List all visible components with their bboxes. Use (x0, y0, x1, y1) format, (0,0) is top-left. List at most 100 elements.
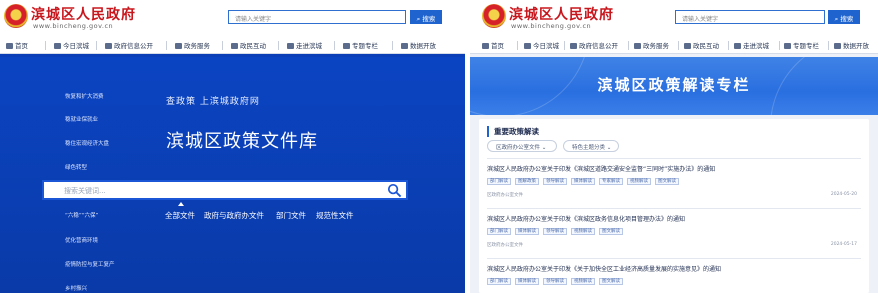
tag[interactable]: 部门解读 (487, 228, 511, 235)
search-input[interactable]: 请输入关键字 (228, 10, 406, 24)
search-button[interactable]: ⌕ 搜索 (410, 10, 442, 24)
nav-divider (517, 41, 518, 50)
nav-divider (334, 41, 335, 50)
nav-divider (166, 41, 167, 50)
sidebar-item[interactable]: 绿色转型 (65, 163, 87, 171)
policy-item[interactable]: 滨城区人民政府办公室关于印发《关于加快全区工业经济高质量发展的实施意见》的通知 … (487, 264, 861, 286)
policy-library-hero: 恢复和扩大消费 稳就业保就业 稳住宏观经济大盘 绿色转型 “六稳”“六保” 优化… (0, 57, 465, 293)
tab-government-files[interactable]: 政府与政府办文件 (204, 210, 264, 221)
nav-item-services[interactable]: 政务服务 (175, 40, 210, 50)
search-button-label: 搜索 (840, 15, 854, 23)
policy-item[interactable]: 滨城区人民政府办公室关于印发《滨城区道路交通安全监督“三同时”实施办法》的通知 … (487, 164, 861, 199)
building-icon (105, 43, 112, 49)
site-title[interactable]: 滨城区人民政府 (31, 4, 136, 24)
library-search-box[interactable]: 搜索关键词... (42, 180, 408, 200)
tag[interactable]: 媒体解读 (515, 278, 539, 285)
nav-item-today[interactable]: 今日滨城 (524, 40, 559, 50)
site-header: 滨城区人民政府 www.bincheng.gov.cn 请输入关键字 ⌕ 搜索 (470, 0, 878, 37)
tag[interactable]: 领导解读 (543, 278, 567, 285)
national-emblem-icon (4, 4, 28, 28)
library-search-input[interactable]: 搜索关键词... (64, 186, 106, 196)
handshake-icon (634, 43, 641, 49)
nav-label: 今日滨城 (63, 42, 89, 50)
nav-label: 今日滨城 (533, 42, 559, 50)
nav-item-about[interactable]: 走进滨城 (287, 40, 322, 50)
filter-label: 区政府办公室文件 (496, 145, 541, 151)
divider (487, 208, 861, 209)
tab-all-files[interactable]: 全部文件 (165, 210, 195, 221)
tag[interactable]: 领导解读 (543, 178, 567, 185)
nav-label: 走进滨城 (743, 42, 769, 50)
sidebar-item[interactable]: “六稳”“六保” (65, 211, 98, 219)
tab-normative-files[interactable]: 规范性文件 (316, 210, 354, 221)
tag[interactable]: 视频解读 (571, 228, 595, 235)
search-button-label: 搜索 (422, 15, 436, 23)
policy-item[interactable]: 滨城区人民政府办公室关于印发《滨城区政务信息化项目管理办法》的通知 部门解读 媒体… (487, 214, 861, 249)
folder-icon (784, 43, 791, 49)
policy-list-card: 重要政策解读 区政府办公室文件 ⌄ 特色主题分类 ⌄ 滨城区人民政府办公室关于印… (479, 119, 869, 293)
nav-item-interaction[interactable]: 政民互动 (684, 40, 719, 50)
tag[interactable]: 图文解读 (599, 228, 623, 235)
policy-interpretation-panel: 滨城区人民政府 www.bincheng.gov.cn 请输入关键字 ⌕ 搜索 … (470, 0, 878, 293)
nav-item-data[interactable]: 数据开放 (401, 40, 436, 50)
tag[interactable]: 视频解读 (627, 178, 651, 185)
nav-item-today[interactable]: 今日滨城 (54, 40, 89, 50)
tag[interactable]: 媒体解读 (515, 228, 539, 235)
search-input[interactable]: 请输入关键字 (675, 10, 825, 24)
nav-item-home[interactable]: 首页 (482, 40, 504, 50)
nav-label: 政府信息公开 (114, 42, 153, 50)
tag-list: 部门解读 媒体解读 领导解读 视频解读 图文解读 (487, 278, 861, 286)
nav-item-interaction[interactable]: 政民互动 (231, 40, 266, 50)
tag[interactable]: 图文解读 (599, 278, 623, 285)
policy-title[interactable]: 滨城区人民政府办公室关于印发《滨城区政务信息化项目管理办法》的通知 (487, 214, 861, 223)
policy-source: 区政府办公室文件 (487, 243, 523, 248)
landmark-icon (734, 43, 741, 49)
nav-label: 政务服务 (643, 42, 669, 50)
nav-item-about[interactable]: 走进滨城 (734, 40, 769, 50)
policy-library-panel: 滨城区人民政府 www.bincheng.gov.cn 请输入关键字 ⌕ 搜索 … (0, 0, 465, 293)
tag[interactable]: 视频解读 (571, 278, 595, 285)
nav-item-services[interactable]: 政务服务 (634, 40, 669, 50)
tag[interactable]: 部门解读 (487, 278, 511, 285)
nav-item-data[interactable]: 数据开放 (834, 40, 869, 50)
folder-icon (343, 43, 350, 49)
tag[interactable]: 部门解读 (487, 178, 511, 185)
nav-label: 专题专栏 (793, 42, 819, 50)
nav-item-topics[interactable]: 专题专栏 (343, 40, 378, 50)
sidebar-item[interactable]: 乡村振兴 (65, 284, 87, 292)
nav-item-topics[interactable]: 专题专栏 (784, 40, 819, 50)
database-icon (834, 43, 841, 49)
main-nav: 首页 今日滨城 政府信息公开 政务服务 政民互动 走进滨城 专题专栏 数据开放 (0, 37, 465, 54)
tab-department-files[interactable]: 部门文件 (276, 210, 306, 221)
interpretation-banner: 滨城区政策解读专栏 (470, 57, 878, 115)
tag[interactable]: 图解政策 (515, 178, 539, 185)
sidebar-item[interactable]: 恢复和扩大消费 (65, 92, 104, 100)
tag[interactable]: 媒体解读 (571, 178, 595, 185)
policy-title[interactable]: 滨城区人民政府办公室关于印发《关于加快全区工业经济高质量发展的实施意见》的通知 (487, 264, 861, 273)
tag[interactable]: 图文解读 (655, 178, 679, 185)
site-title[interactable]: 滨城区人民政府 (509, 4, 614, 24)
nav-divider (678, 41, 679, 50)
sidebar-item[interactable]: 稳住宏观经济大盘 (65, 139, 109, 147)
search-icon[interactable] (387, 183, 402, 198)
sidebar-item[interactable]: 优化营商环境 (65, 236, 98, 244)
search-button[interactable]: ⌕ 搜索 (828, 10, 860, 24)
database-icon (401, 43, 408, 49)
nav-item-home[interactable]: 首页 (6, 40, 28, 50)
main-nav: 首页 今日滨城 政府信息公开 政务服务 政民互动 走进滨城 专题专栏 数据开放 (470, 37, 878, 54)
nav-item-info[interactable]: 政府信息公开 (105, 40, 153, 50)
filter-dropdown[interactable]: 区政府办公室文件 ⌄ (487, 140, 557, 152)
library-subtitle: 查政策 上滨城政府网 (166, 97, 260, 107)
nav-divider (828, 41, 829, 50)
tag[interactable]: 专家解读 (599, 178, 623, 185)
section-title: 重要政策解读 (487, 126, 539, 137)
chevron-down-icon: ⌄ (606, 145, 612, 151)
tag[interactable]: 领导解读 (543, 228, 567, 235)
site-header: 滨城区人民政府 www.bincheng.gov.cn 请输入关键字 ⌕ 搜索 (0, 0, 465, 37)
sidebar-item[interactable]: 稳就业保就业 (65, 115, 98, 123)
policy-title[interactable]: 滨城区人民政府办公室关于印发《滨城区道路交通安全监督“三同时”实施办法》的通知 (487, 164, 861, 173)
sidebar-item[interactable]: 疫情防控与复工复产 (65, 260, 115, 268)
nav-divider (222, 41, 223, 50)
filter-dropdown[interactable]: 特色主题分类 ⌄ (563, 140, 619, 152)
nav-item-info[interactable]: 政府信息公开 (570, 40, 618, 50)
